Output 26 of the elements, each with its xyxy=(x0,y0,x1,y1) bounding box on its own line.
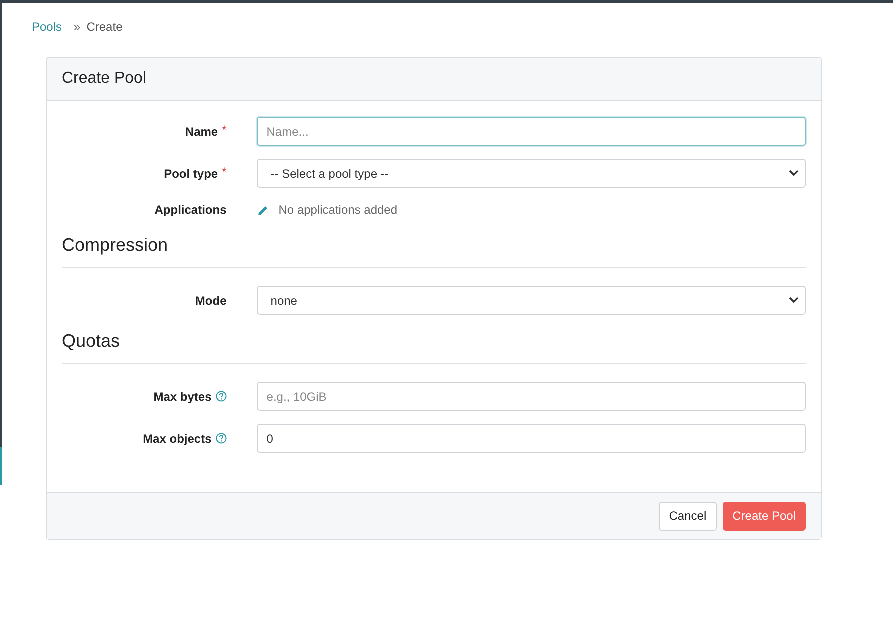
text-input[interactable]: 0 xyxy=(256,424,806,453)
caret-icon xyxy=(789,169,799,177)
pencil-icon[interactable] xyxy=(256,204,270,216)
text-input[interactable]: e.g., 10GiB xyxy=(256,382,806,411)
applications-text: No applications added xyxy=(278,202,398,219)
required-mark: * xyxy=(222,122,227,138)
cancel-button[interactable]: Cancel xyxy=(659,502,717,530)
caret-icon xyxy=(789,296,799,304)
field-label: Pool type xyxy=(164,166,218,182)
breadcrumb-link[interactable]: Pools xyxy=(32,18,62,36)
help-icon[interactable] xyxy=(216,433,227,444)
help-icon[interactable] xyxy=(216,391,227,402)
select-dropdown[interactable]: -- Select a pool type -- xyxy=(256,159,806,188)
select-dropdown[interactable]: none xyxy=(256,286,806,315)
field-label: Name xyxy=(185,124,218,140)
required-mark: * xyxy=(222,164,227,180)
field-label: Mode xyxy=(195,292,227,310)
card-title: Create Pool xyxy=(62,69,146,89)
breadcrumb-current: Create xyxy=(86,19,123,36)
section-heading: Quotas xyxy=(62,331,120,351)
breadcrumb-separator: » xyxy=(74,19,81,36)
field-label: Applications xyxy=(154,202,227,219)
text-input[interactable]: Name... xyxy=(256,117,806,146)
field-label: Max bytes xyxy=(154,388,212,406)
field-label: Max objects xyxy=(143,430,212,448)
section-heading: Compression xyxy=(62,235,168,255)
